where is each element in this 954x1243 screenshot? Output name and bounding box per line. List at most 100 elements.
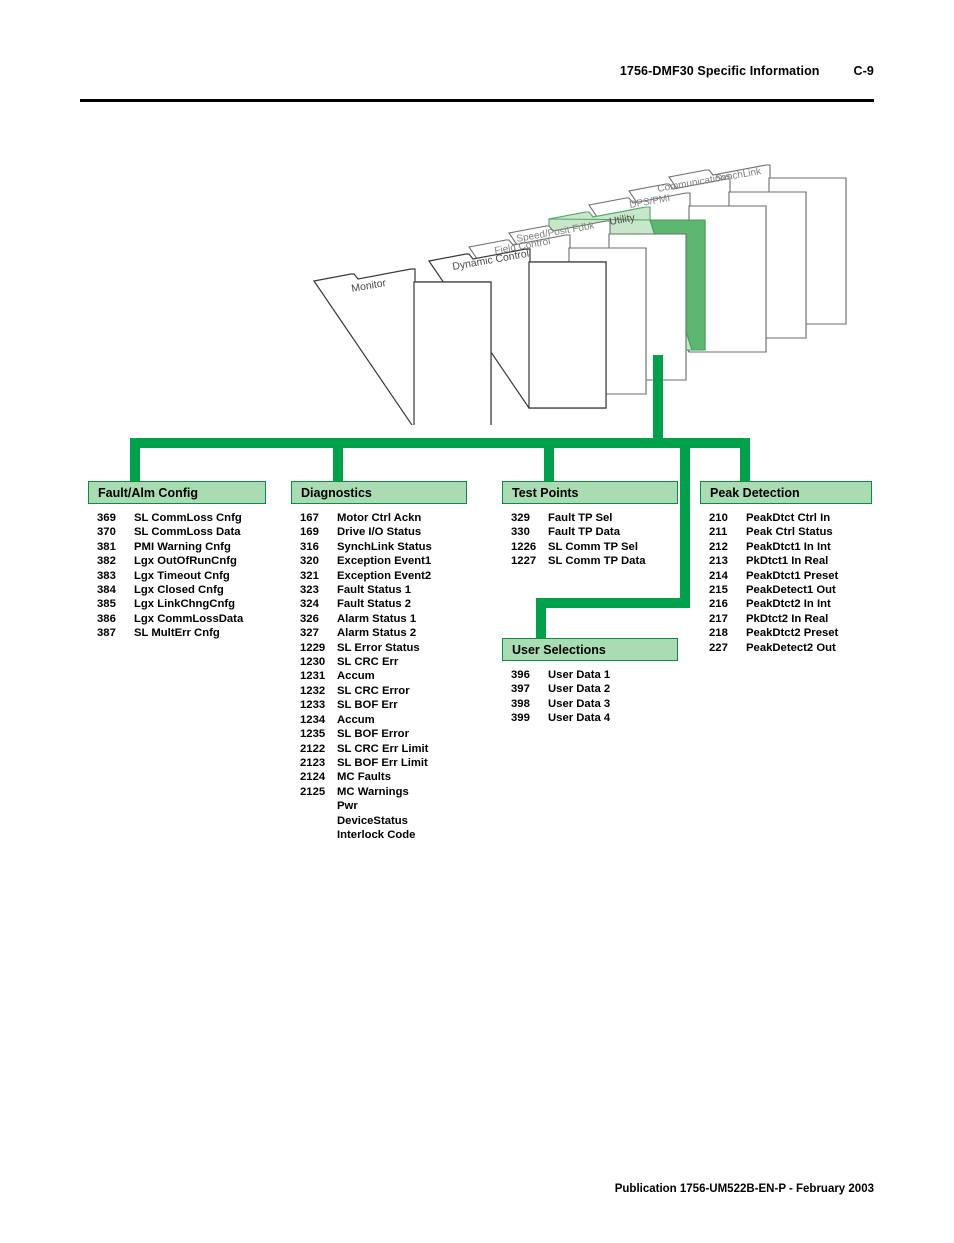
param-name: SL BOF Err Limit bbox=[337, 756, 428, 769]
connector-main-bus bbox=[130, 438, 750, 448]
param-number: 387 bbox=[97, 627, 116, 640]
connector-drop-fault bbox=[130, 438, 140, 483]
param-name: PeakDtct1 Preset bbox=[746, 569, 839, 582]
param-name: PkDtct2 In Real bbox=[746, 612, 829, 625]
param-list-user-selections: 396 User Data 1 397 User Data 2 398 User Da… bbox=[502, 668, 678, 726]
param-row: 218 PeakDtct2 Preset bbox=[700, 626, 872, 640]
page-number: C-9 bbox=[853, 64, 874, 78]
param-name: Fault Status 1 bbox=[337, 584, 412, 597]
param-number: 211 bbox=[709, 526, 728, 539]
param-number: 1232 bbox=[300, 684, 326, 697]
param-number: 227 bbox=[709, 641, 728, 654]
group-title-peak-detection: Peak Detection bbox=[700, 481, 872, 504]
param-row: 217 PkDtct2 In Real bbox=[700, 612, 872, 626]
header-text: 1756-DMF30 Specific Information C-9 bbox=[620, 64, 874, 78]
footer-publication: Publication 1756-UM522B-EN-P - February … bbox=[614, 1183, 874, 1195]
param-row: 321 Exception Event2 bbox=[291, 569, 467, 583]
folder-stack-diagram: .fo-body { fill:#ffffff; stroke:#6d6d6d;… bbox=[300, 160, 870, 429]
param-number: 1234 bbox=[300, 713, 326, 726]
param-row: 396 User Data 1 bbox=[502, 668, 678, 682]
param-row: 386 Lgx CommLossData bbox=[88, 612, 266, 626]
param-number: 1231 bbox=[300, 670, 326, 683]
param-row: 323 Fault Status 1 bbox=[291, 583, 467, 597]
param-name: SL CRC Error bbox=[337, 684, 410, 697]
param-name: Exception Event2 bbox=[337, 569, 432, 582]
param-row: 215 PeakDetect1 Out bbox=[700, 583, 872, 597]
group-box-diagnostics: Diagnostics 167 Motor Ctrl Ackn 169 Drive … bbox=[291, 481, 467, 842]
param-name: Lgx OutOfRunCnfg bbox=[134, 555, 237, 568]
param-name: Peak Ctrl Status bbox=[746, 526, 833, 539]
param-name: PeakDtct1 In Int bbox=[746, 540, 831, 553]
page-title: 1756-DMF30 Specific Information bbox=[619, 64, 820, 78]
group-title-test-points: Test Points bbox=[502, 481, 678, 504]
param-number bbox=[291, 799, 337, 813]
param-row: 383 Lgx Timeout Cnfg bbox=[88, 569, 266, 583]
param-number: 323 bbox=[300, 584, 319, 597]
param-name: Lgx LinkChngCnfg bbox=[134, 598, 236, 611]
param-name: Lgx CommLossData bbox=[134, 612, 244, 625]
param-name: SL CommLoss Cnfg bbox=[134, 512, 242, 524]
param-row: DeviceStatus bbox=[291, 814, 467, 828]
page-header: 1756-DMF30 Specific Information C-9 bbox=[80, 64, 874, 108]
group-box-fault-alm-config: Fault/Alm Config 369 SL CommLoss Cnfg 370… bbox=[88, 481, 266, 641]
param-row: 387 SL MultErr Cnfg bbox=[88, 626, 266, 640]
group-box-test-points: Test Points 329 Fault TP Sel 330 Fault TP … bbox=[502, 481, 678, 569]
param-name: MC Faults bbox=[337, 771, 391, 784]
param-row: 2123 SL BOF Err Limit bbox=[291, 756, 467, 770]
param-name: SL MultErr Cnfg bbox=[134, 627, 220, 640]
param-number: 2123 bbox=[300, 756, 326, 769]
param-number: 2125 bbox=[300, 785, 326, 798]
param-list-diagnostics: 167 Motor Ctrl Ackn 169 Drive I/O Status 3… bbox=[291, 511, 467, 842]
param-row: 216 PeakDtct2 In Int bbox=[700, 597, 872, 611]
param-name: Alarm Status 2 bbox=[337, 627, 417, 640]
param-row: 381 PMI Warning Cnfg bbox=[88, 540, 266, 554]
folder-tab-monitor[interactable]: Monitor bbox=[312, 268, 492, 429]
group-title-user-selections: User Selections bbox=[502, 638, 678, 661]
param-number: 214 bbox=[709, 569, 728, 582]
param-row: 1235 SL BOF Error bbox=[291, 727, 467, 741]
param-name: PMI Warning Cnfg bbox=[134, 540, 231, 553]
param-row: 1229 SL Error Status bbox=[291, 641, 467, 655]
param-name: SL CommLoss Data bbox=[134, 526, 241, 539]
param-row: 385 Lgx LinkChngCnfg bbox=[88, 597, 266, 611]
param-name: Accum bbox=[337, 670, 375, 683]
param-list-test-points: 329 Fault TP Sel 330 Fault TP Data 1226 SL … bbox=[502, 511, 678, 569]
param-number bbox=[291, 828, 337, 842]
param-row: 326 Alarm Status 1 bbox=[291, 612, 467, 626]
param-row: 384 Lgx Closed Cnfg bbox=[88, 583, 266, 597]
param-number: 1226 bbox=[511, 540, 537, 553]
param-row: 1233 SL BOF Err bbox=[291, 698, 467, 712]
param-row: Interlock Code bbox=[291, 828, 467, 842]
param-row: 316 SynchLink Status bbox=[291, 540, 467, 554]
param-name: Fault Status 2 bbox=[337, 598, 412, 611]
param-row: 212 PeakDtct1 In Int bbox=[700, 540, 872, 554]
param-row: 169 Drive I/O Status bbox=[291, 525, 467, 539]
param-row: 327 Alarm Status 2 bbox=[291, 626, 467, 640]
param-number: 382 bbox=[97, 555, 116, 568]
param-name: PeakDtct2 Preset bbox=[746, 627, 839, 640]
param-number: 210 bbox=[709, 512, 728, 524]
param-name: Lgx Closed Cnfg bbox=[134, 584, 224, 597]
param-name: Alarm Status 1 bbox=[337, 612, 417, 625]
param-number: 326 bbox=[300, 612, 319, 625]
param-name: SynchLink Status bbox=[337, 540, 432, 553]
connector-drop-peak-detection bbox=[740, 438, 750, 483]
param-row: 398 User Data 3 bbox=[502, 697, 678, 711]
param-number: 329 bbox=[511, 512, 530, 524]
param-number: 399 bbox=[511, 712, 530, 725]
param-name: SL Comm TP Sel bbox=[548, 540, 638, 553]
param-row: 397 User Data 2 bbox=[502, 682, 678, 696]
param-number: 215 bbox=[709, 584, 728, 597]
param-row: 213 PkDtct1 In Real bbox=[700, 554, 872, 568]
param-number: 381 bbox=[97, 540, 116, 553]
param-row: 1234 Accum bbox=[291, 713, 467, 727]
group-title-diagnostics: Diagnostics bbox=[291, 481, 467, 504]
param-name: MC Warnings bbox=[337, 785, 409, 798]
param-row: 1227 SL Comm TP Data bbox=[502, 554, 678, 568]
param-row: 167 Motor Ctrl Ackn bbox=[291, 511, 467, 525]
param-name: Fault TP Sel bbox=[548, 512, 613, 524]
param-number: 1230 bbox=[300, 656, 326, 669]
param-row: 324 Fault Status 2 bbox=[291, 597, 467, 611]
param-number: 316 bbox=[300, 540, 319, 553]
param-number: 385 bbox=[97, 598, 116, 611]
